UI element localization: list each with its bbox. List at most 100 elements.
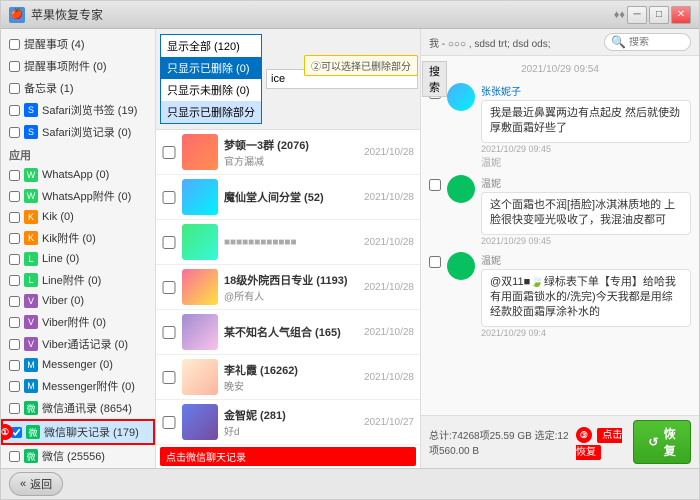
- sidebar-item-kik[interactable]: K Kik (0): [1, 207, 155, 227]
- chat-sub: 官方漏减: [224, 153, 358, 168]
- sidebar-item-reminders[interactable]: 提醒事项 (4): [1, 33, 155, 55]
- sidebar-label-line: Line (0): [42, 253, 147, 265]
- sidebar-item-viber-attachments[interactable]: V Viber附件 (0): [1, 311, 155, 333]
- chat-checkbox[interactable]: [162, 371, 176, 384]
- chat-checkbox[interactable]: [162, 326, 176, 339]
- sidebar-item-whatsapp[interactable]: W WhatsApp (0): [1, 165, 155, 185]
- sidebar-item-whatsapp-attachments[interactable]: W WhatsApp附件 (0): [1, 185, 155, 207]
- filter-option-all[interactable]: 显示全部 (120): [161, 35, 261, 57]
- chat-checkbox[interactable]: [162, 146, 176, 159]
- sidebar-item-safari-history[interactable]: S Safari浏览记录 (0): [1, 121, 155, 143]
- sidebar-item-line[interactable]: L Line (0): [1, 249, 155, 269]
- filter-search-button[interactable]: 搜索: [422, 61, 447, 97]
- filter-dropdown[interactable]: 显示全部 (120) 只显示已删除 (0) 只显示未删除 (0) 只显示已删除部…: [160, 34, 262, 124]
- kik-icon: K: [24, 210, 38, 224]
- avatar: [182, 179, 218, 215]
- chat-item[interactable]: 李礼霞 (16262) 晚安 2021/10/28: [156, 355, 420, 400]
- restore-icon: ↺: [648, 435, 658, 449]
- msg-checkbox[interactable]: [429, 179, 441, 191]
- sidebar-item-reminders-attachments[interactable]: 提醒事项附件 (0): [1, 55, 155, 77]
- sidebar-item-viber[interactable]: V Viber (0): [1, 291, 155, 311]
- sidebar-label-kik: Kik (0): [42, 211, 147, 223]
- sidebar-checkbox-kik-attachments[interactable]: [9, 233, 20, 244]
- sidebar-checkbox-safari-bookmarks[interactable]: [9, 105, 20, 116]
- sidebar-checkbox-viber[interactable]: [9, 296, 20, 307]
- sidebar-checkbox-line-attachments[interactable]: [9, 275, 20, 286]
- msg-content: 温妮 @双11■🍃绿标表下单【专用】给哈我有用面霜锁水的/洗完)今天我都是用综经…: [481, 252, 691, 338]
- sidebar-item-messenger[interactable]: M Messenger (0): [1, 355, 155, 375]
- footer-total: 总计:74268项25.59 GB 选定:12项560.00 B: [429, 427, 576, 457]
- restore-button[interactable]: ↺ 恢复: [633, 420, 691, 464]
- sidebar-checkbox-messenger[interactable]: [9, 360, 20, 371]
- sidebar-item-line-attachments[interactable]: L Line附件 (0): [1, 269, 155, 291]
- message-row: 温妮 @双11■🍃绿标表下单【专用】给哈我有用面霜锁水的/洗完)今天我都是用综经…: [429, 252, 691, 338]
- chat-checkbox[interactable]: [162, 416, 176, 429]
- chat-checkbox[interactable]: [162, 191, 176, 204]
- close-button[interactable]: ✕: [671, 6, 691, 24]
- sidebar-checkbox-viber-attachments[interactable]: [9, 317, 20, 328]
- back-button[interactable]: « 返回: [9, 472, 63, 496]
- sidebar-checkbox-line[interactable]: [9, 254, 20, 265]
- sidebar-checkbox-messenger-attachments[interactable]: [9, 381, 20, 392]
- chat-date: 2021/10/28: [364, 327, 414, 338]
- sidebar-checkbox-reminders-attachments[interactable]: [9, 61, 20, 72]
- msg-time: 2021/10/29 09:45: [481, 144, 691, 154]
- search-input[interactable]: [629, 37, 684, 48]
- chat-checkbox[interactable]: [162, 236, 176, 249]
- msg-sender: 张张妮子: [481, 83, 691, 98]
- chat-item[interactable]: 金智妮 (281) 好d 2021/10/27: [156, 400, 420, 445]
- sidebar-checkbox-reminders[interactable]: [9, 39, 20, 50]
- sidebar-item-kik-attachments[interactable]: K Kik附件 (0): [1, 227, 155, 249]
- sidebar-item-wechat-contacts[interactable]: 微 微信通讯录 (8654): [1, 397, 155, 419]
- sidebar-checkbox-notes[interactable]: [9, 83, 20, 94]
- minimize-button[interactable]: ─: [627, 6, 647, 24]
- chat-sub: 好d: [224, 423, 358, 438]
- sidebar-checkbox-wechat-contacts[interactable]: [9, 403, 20, 414]
- filter-option-not-deleted[interactable]: 只显示未删除 (0): [161, 79, 261, 101]
- sidebar-label-messenger: Messenger (0): [42, 359, 147, 371]
- sidebar-label-viber-attachments: Viber附件 (0): [42, 314, 147, 330]
- chat-item[interactable]: 18级外院西日专业 (1193) @所有人 2021/10/28: [156, 265, 420, 310]
- maximize-button[interactable]: □: [649, 6, 669, 24]
- sidebar-label-wechat: 微信 (25556): [42, 448, 147, 464]
- sidebar-checkbox-whatsapp[interactable]: [9, 170, 20, 181]
- chat-item[interactable]: 梦顿一3群 (2076) 官方漏减 2021/10/28: [156, 130, 420, 175]
- sidebar-label-whatsapp: WhatsApp (0): [42, 169, 147, 181]
- sidebar-checkbox-kik[interactable]: [9, 212, 20, 223]
- msg-checkbox[interactable]: [429, 256, 441, 268]
- sidebar-item-wechat[interactable]: 微 微信 (25556): [1, 445, 155, 467]
- chat-item[interactable]: 魔仙堂人间分堂 (52) 2021/10/28: [156, 175, 420, 220]
- chat-info: 李礼霞 (16262) 晚安: [224, 362, 358, 393]
- chat-item[interactable]: 某不知名人气组合 (165) 2021/10/28: [156, 310, 420, 355]
- back-icon: «: [20, 478, 26, 490]
- sidebar-item-safari-bookmarks[interactable]: S Safari浏览书签 (19): [1, 99, 155, 121]
- chat-date: 2021/10/28: [364, 282, 414, 293]
- msg-avatar: [447, 175, 475, 203]
- chat-item[interactable]: ■■■■■■■■■■■■ 2021/10/28: [156, 220, 420, 265]
- annotation-label-1: 点击微信聊天记录: [160, 447, 416, 466]
- msg-sender: 温妮: [481, 175, 691, 190]
- msg-sender: 温妮: [481, 252, 691, 267]
- sidebar-item-viber-calls[interactable]: V Viber通话记录 (0): [1, 333, 155, 355]
- chat-name: 某不知名人气组合 (165): [224, 324, 358, 340]
- filter-option-deleted[interactable]: 只显示已删除 (0): [161, 57, 261, 79]
- search-box[interactable]: 🔍: [604, 33, 691, 51]
- title-bar-controls: ♦♦ ─ □ ✕: [614, 6, 691, 24]
- sidebar-item-messenger-attachments[interactable]: M Messenger附件 (0): [1, 375, 155, 397]
- sidebar-checkbox-viber-calls[interactable]: [9, 339, 20, 350]
- filter-option-partial-deleted[interactable]: 只显示已删除部分: [161, 101, 261, 123]
- sidebar-label-whatsapp-attachments: WhatsApp附件 (0): [42, 188, 147, 204]
- chat-date: 2021/10/28: [364, 372, 414, 383]
- whatsapp-icon: W: [24, 168, 38, 182]
- main-content: 提醒事项 (4) 提醒事项附件 (0) 备忘录 (1) S Safari浏览书签…: [1, 29, 699, 468]
- sidebar-item-wechat-chat[interactable]: 微 微信聊天记录 (179) ①: [1, 419, 155, 445]
- sidebar-checkbox-whatsapp-attachments[interactable]: [9, 191, 20, 202]
- messenger-attach-icon: M: [24, 379, 38, 393]
- sidebar-item-notes[interactable]: 备忘录 (1): [1, 77, 155, 99]
- chat-name: 梦顿一3群 (2076): [224, 137, 358, 153]
- msg-bubble: 这个面霜也不润[捂脸]冰淇淋质地的 上脸很快变哑光吸收了，我混油皮都可: [481, 192, 691, 235]
- sidebar-checkbox-safari-history[interactable]: [9, 127, 20, 138]
- sidebar-checkbox-wechat[interactable]: [9, 451, 20, 462]
- wechat-contacts-icon: 微: [24, 401, 38, 415]
- chat-checkbox[interactable]: [162, 281, 176, 294]
